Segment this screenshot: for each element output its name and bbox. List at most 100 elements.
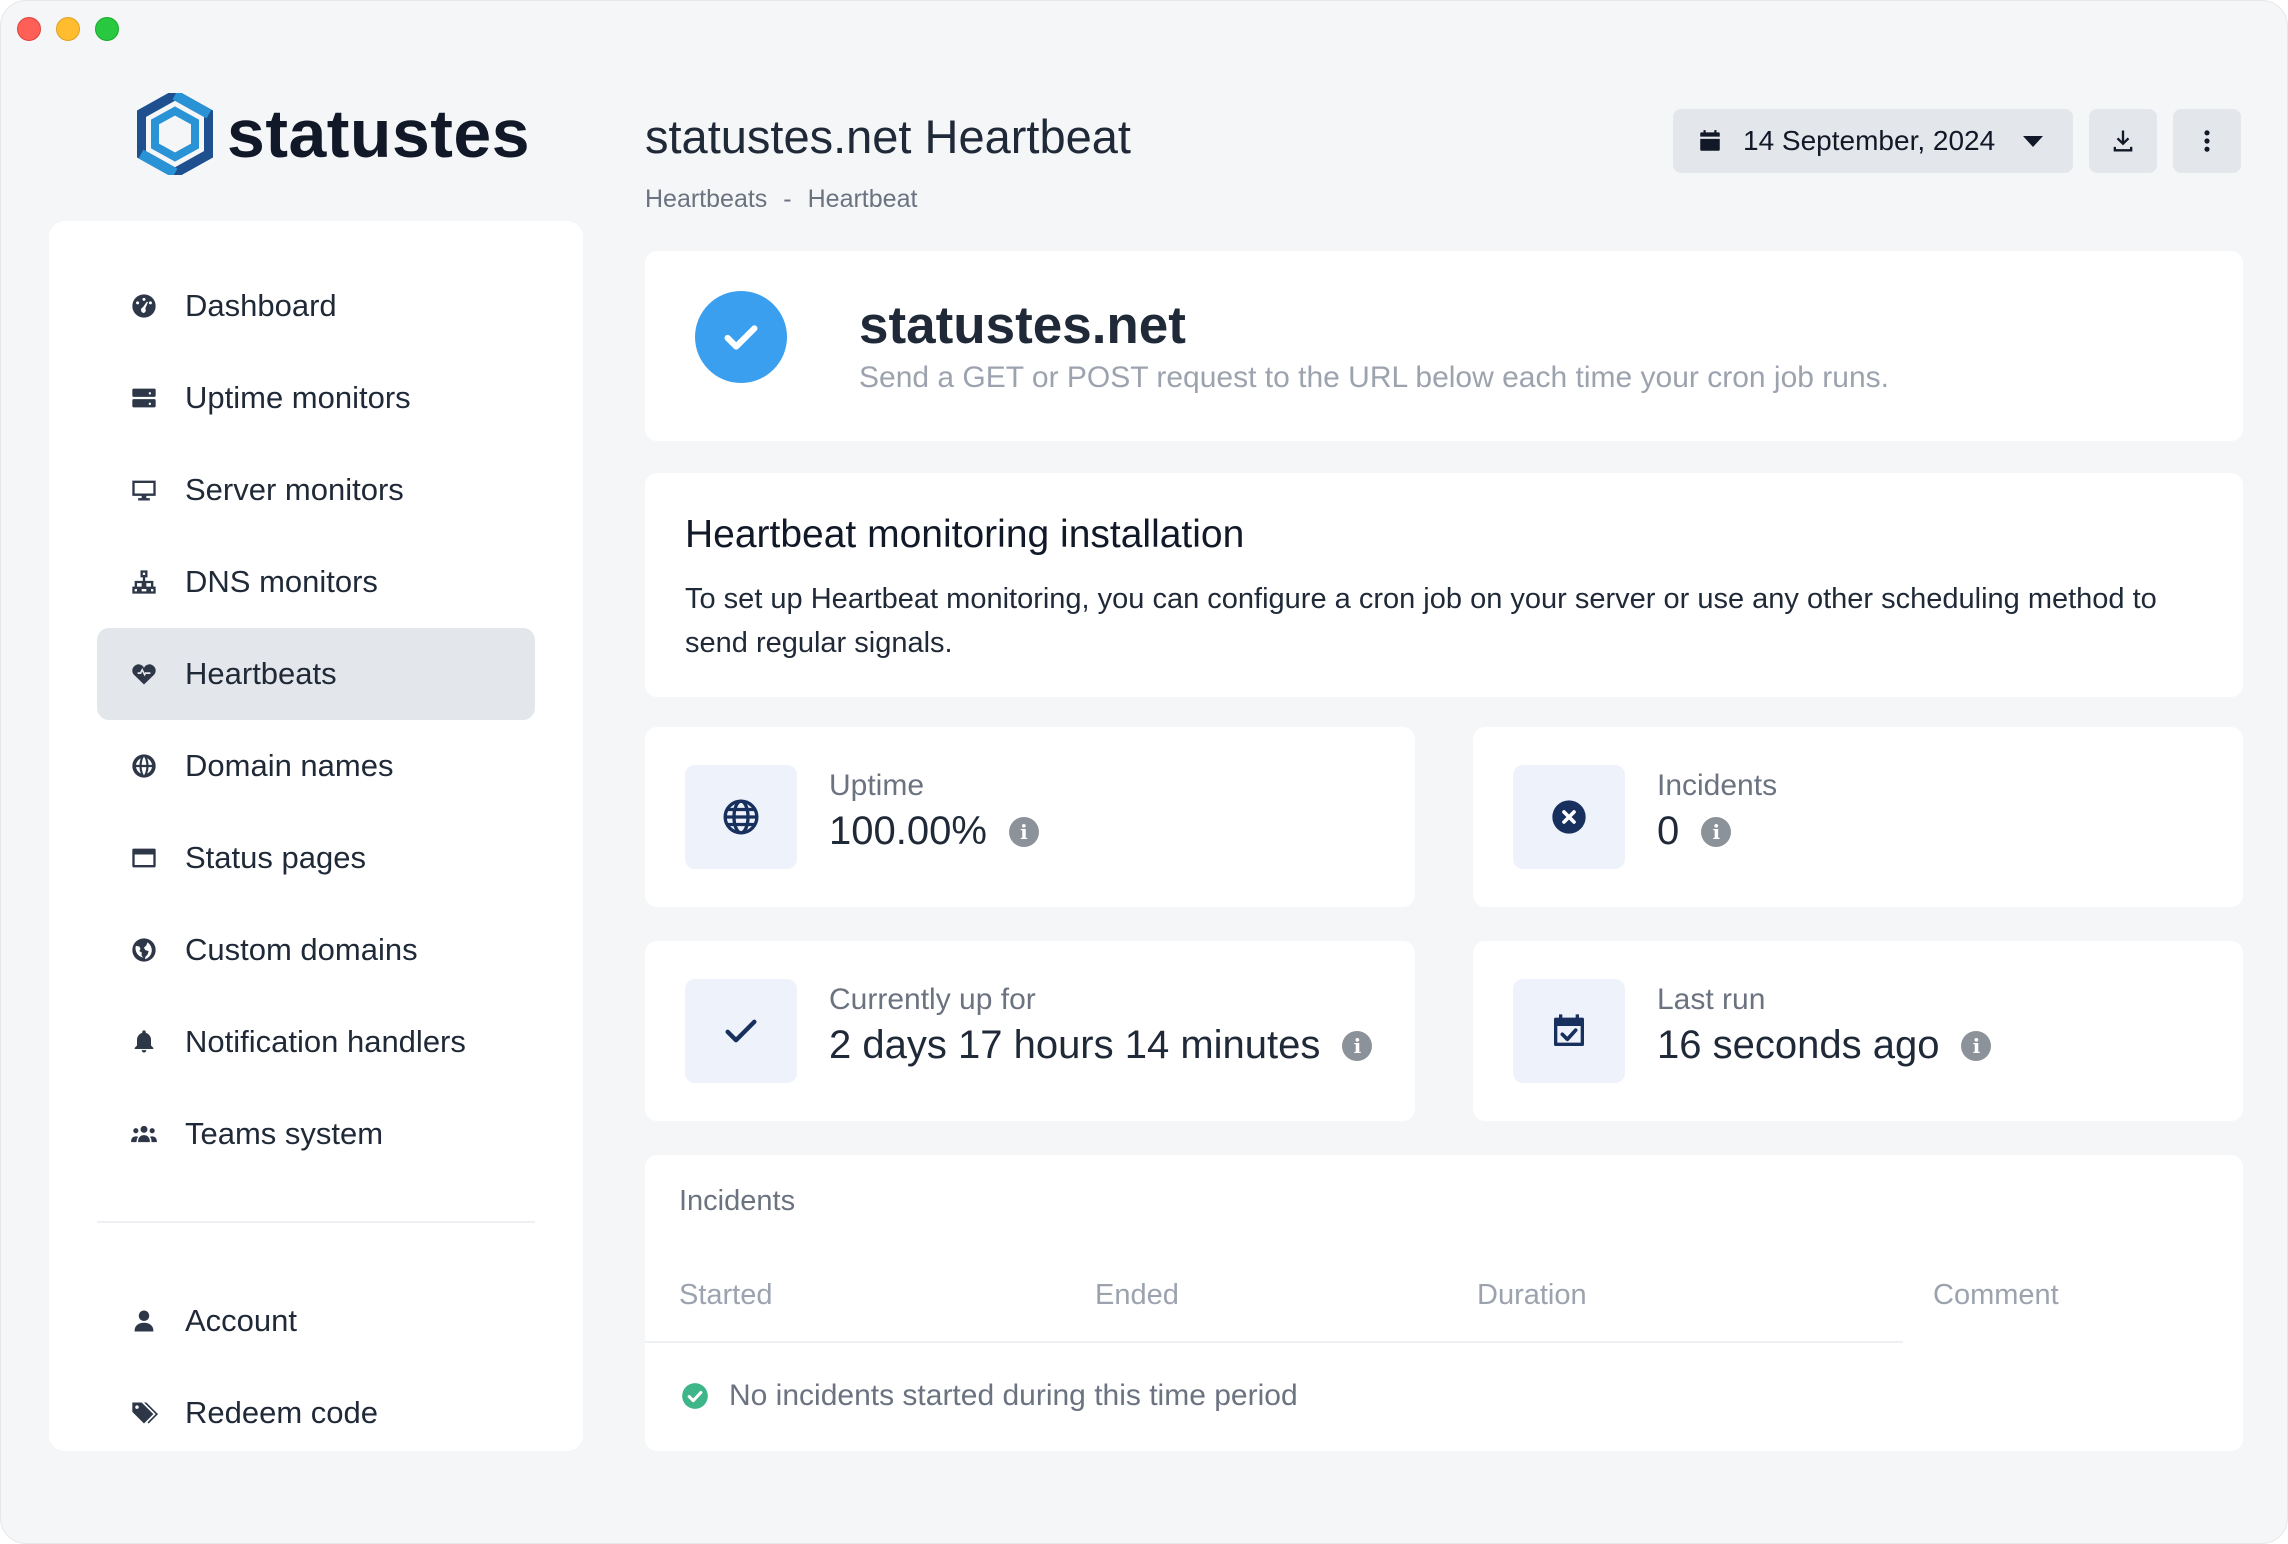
sidebar-item-uptime-monitors[interactable]: Uptime monitors — [97, 352, 535, 444]
info-icon[interactable]: i — [1701, 816, 1732, 847]
user-icon — [129, 1306, 159, 1336]
window-controls — [17, 17, 119, 41]
sidebar-item-custom-domains[interactable]: Custom domains — [97, 904, 535, 996]
sidebar-item-label: Teams system — [185, 1116, 384, 1151]
sidebar-item-label: Dashboard — [185, 288, 337, 323]
empty-state-row: No incidents started during this time pe… — [681, 1379, 1298, 1413]
calendar-icon — [1700, 130, 1720, 151]
sidebar-item-account[interactable]: Account — [97, 1275, 535, 1367]
tags-icon — [129, 1398, 159, 1428]
monitor-summary-card: statustes.net Send a GET or POST request… — [645, 251, 2243, 441]
calendar-check-icon — [1513, 979, 1625, 1083]
monitor-name: statustes.net — [859, 296, 1186, 355]
installation-title: Heartbeat monitoring installation — [685, 513, 1245, 556]
sidebar-item-label: Domain names — [185, 748, 394, 783]
sidebar-item-dns-monitors[interactable]: DNS monitors — [97, 536, 535, 628]
uptime-value: 100.00% — [829, 809, 987, 853]
desktop-icon — [129, 475, 159, 505]
sidebar-item-dashboard[interactable]: Dashboard — [97, 260, 535, 352]
sidebar-item-label: DNS monitors — [185, 564, 378, 599]
network-icon — [129, 567, 159, 597]
sidebar-item-label: Account — [185, 1303, 298, 1338]
minimize-window-button[interactable] — [56, 17, 80, 41]
sidebar-item-teams-system[interactable]: Teams system — [97, 1088, 535, 1180]
users-icon — [129, 1119, 159, 1149]
incidents-table-title: Incidents — [679, 1185, 796, 1217]
breadcrumb: Heartbeats - Heartbeat — [645, 185, 917, 214]
bell-icon — [129, 1027, 159, 1057]
sidebar-item-label: Redeem code — [185, 1395, 379, 1430]
logo-icon — [137, 93, 213, 175]
sidebar-item-label: Status pages — [185, 840, 366, 875]
empty-state-message: No incidents started during this time pe… — [729, 1379, 1298, 1412]
column-header-comment[interactable]: Comment — [1933, 1279, 2059, 1312]
last-run-value: 16 seconds ago — [1657, 1023, 1940, 1067]
incidents-card: Incidents 0 i — [1473, 727, 2243, 907]
dashboard-icon — [129, 291, 159, 321]
breadcrumb-current: Heartbeat — [807, 185, 918, 213]
installation-text: To set up Heartbeat monitoring, you can … — [685, 583, 2157, 659]
sidebar-item-heartbeats[interactable]: Heartbeats — [97, 628, 535, 720]
download-icon — [2113, 130, 2133, 152]
info-icon[interactable]: i — [1008, 816, 1039, 847]
info-icon[interactable]: i — [1342, 1030, 1373, 1061]
status-check-icon — [695, 291, 787, 383]
vertical-dots-icon — [2204, 130, 2210, 152]
uptime-duration-label: Currently up for — [829, 983, 1036, 1016]
uptime-duration-value: 2 days 17 hours 14 minutes — [829, 1023, 1321, 1067]
globe-icon — [129, 751, 159, 781]
sidebar-item-label: Heartbeats — [185, 656, 337, 691]
monitor-description: Send a GET or POST request to the URL be… — [859, 361, 1889, 394]
date-picker-button[interactable]: 14 September, 2024 — [1673, 109, 2073, 173]
last-run-card: Last run 16 seconds ago i — [1473, 941, 2243, 1121]
logo[interactable]: statustes — [137, 93, 530, 175]
globe-icon — [685, 765, 797, 869]
sidebar-item-label: Server monitors — [185, 472, 404, 507]
sidebar-item-server-monitors[interactable]: Server monitors — [97, 444, 535, 536]
success-check-icon — [682, 1383, 708, 1409]
window-icon — [129, 843, 159, 873]
info-icon[interactable]: i — [1961, 1030, 1992, 1061]
sidebar-item-status-pages[interactable]: Status pages — [97, 812, 535, 904]
chevron-down-icon — [2023, 135, 2044, 147]
app-window: statustes Dashboard Uptime monitors Serv… — [0, 0, 2288, 1544]
sidebar-item-label: Notification handlers — [185, 1024, 466, 1059]
earth-icon — [129, 935, 159, 965]
installation-card: Heartbeat monitoring installation To set… — [645, 473, 2243, 697]
column-header-started[interactable]: Started — [679, 1279, 773, 1312]
account-nav: Account Redeem code — [97, 1275, 535, 1459]
heart-pulse-icon — [129, 659, 159, 689]
incidents-label: Incidents — [1657, 769, 1778, 802]
incidents-table-card: Incidents Started Ended Duration Comment… — [645, 1155, 2243, 1451]
check-icon — [685, 979, 797, 1083]
more-options-button[interactable] — [2173, 109, 2241, 173]
download-button[interactable] — [2089, 109, 2157, 173]
breadcrumb-separator: - — [783, 185, 792, 213]
breadcrumb-link-heartbeats[interactable]: Heartbeats — [645, 185, 767, 214]
incidents-value-row: 0 i — [1657, 809, 1732, 854]
sidebar: Dashboard Uptime monitors Server monitor… — [49, 221, 583, 1451]
table-header-divider — [645, 1341, 1903, 1343]
close-window-button[interactable] — [17, 17, 41, 41]
page-title: statustes.net Heartbeat — [645, 110, 1131, 163]
uptime-duration-card: Currently up for 2 days 17 hours 14 minu… — [645, 941, 1415, 1121]
column-header-duration[interactable]: Duration — [1477, 1279, 1587, 1312]
uptime-label: Uptime — [829, 769, 925, 802]
incidents-value: 0 — [1657, 809, 1680, 853]
sidebar-item-label: Uptime monitors — [185, 380, 411, 415]
column-header-ended[interactable]: Ended — [1095, 1279, 1179, 1312]
last-run-value-row: 16 seconds ago i — [1657, 1023, 1992, 1068]
logo-text: statustes — [227, 96, 531, 172]
x-circle-icon — [1513, 765, 1625, 869]
sidebar-item-redeem-code[interactable]: Redeem code — [97, 1367, 535, 1459]
sidebar-divider — [97, 1221, 535, 1223]
maximize-window-button[interactable] — [95, 17, 119, 41]
sidebar-item-label: Custom domains — [185, 932, 418, 967]
main-nav: Dashboard Uptime monitors Server monitor… — [97, 260, 535, 1180]
uptime-card: Uptime 100.00% i — [645, 727, 1415, 907]
date-picker-value: 14 September, 2024 — [1743, 125, 1996, 156]
sidebar-item-notification-handlers[interactable]: Notification handlers — [97, 996, 535, 1088]
server-icon — [129, 383, 159, 413]
sidebar-item-domain-names[interactable]: Domain names — [97, 720, 535, 812]
uptime-value-row: 100.00% i — [829, 809, 1039, 854]
